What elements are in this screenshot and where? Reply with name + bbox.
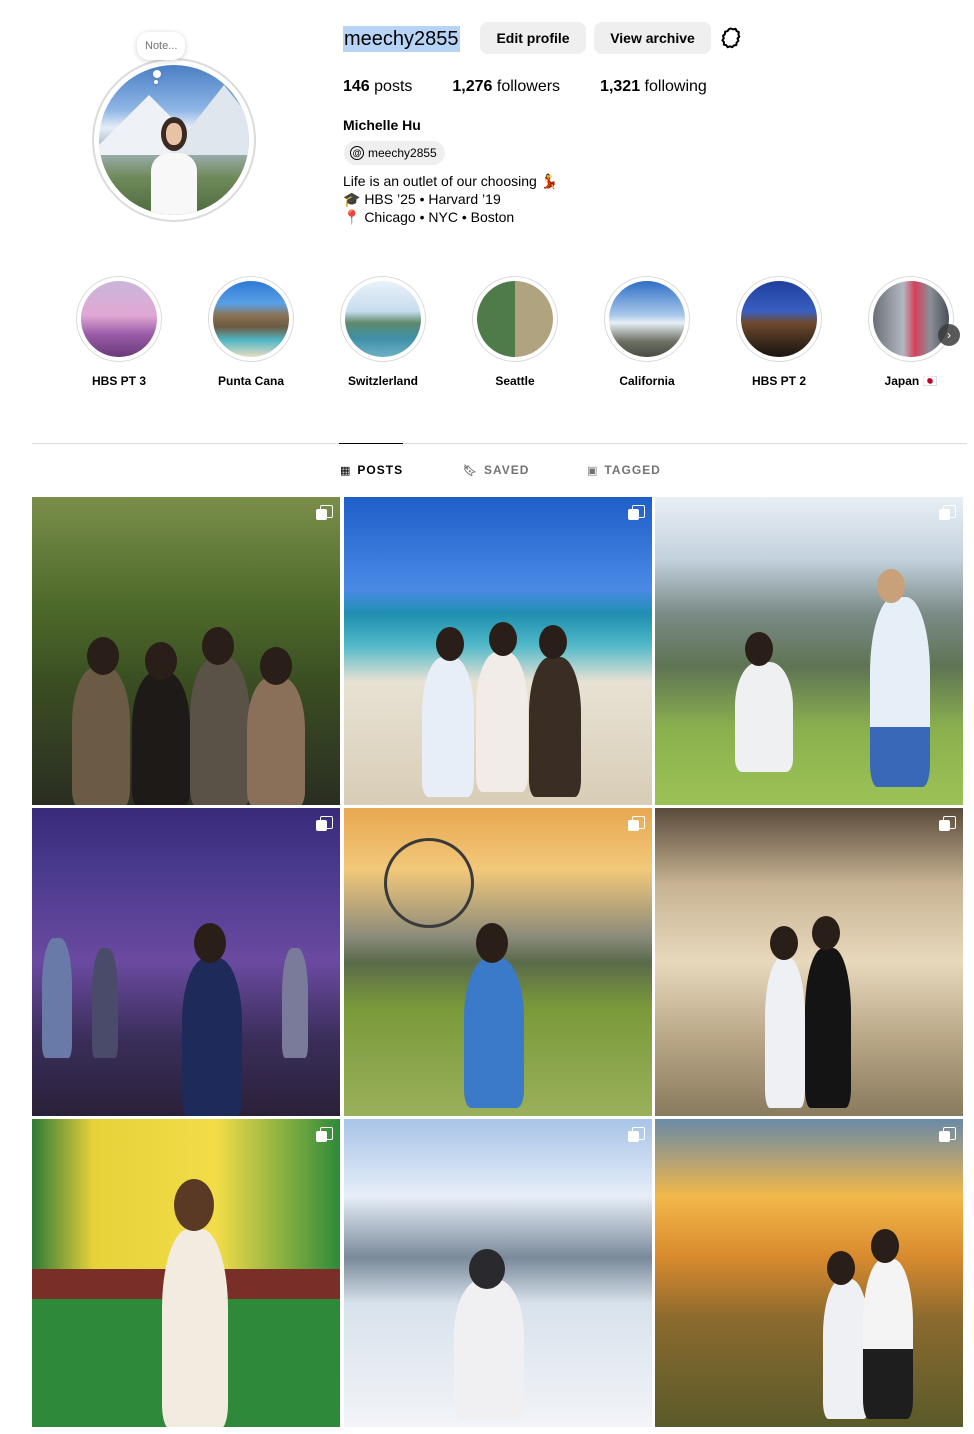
carousel-icon: [939, 816, 956, 832]
following-count: 1,321: [600, 78, 641, 95]
bio-line: 🎓 HBS ’25 • Harvard ’19: [343, 191, 501, 207]
threads-badge[interactable]: @ meechy2855: [344, 141, 445, 165]
threads-icon: @: [350, 146, 364, 160]
avatar[interactable]: [99, 65, 249, 215]
post-thumbnail[interactable]: [32, 497, 340, 805]
highlight-cover: [477, 281, 553, 357]
tab-tagged[interactable]: ▣ TAGGED: [587, 463, 661, 477]
tab-label: TAGGED: [604, 463, 661, 477]
followers-count: 1,276: [452, 78, 493, 95]
highlight-label: Switzlerland: [347, 374, 418, 388]
carousel-icon: [628, 505, 645, 521]
highlight-label: California: [619, 374, 675, 388]
tag-icon: ▣: [587, 464, 599, 477]
highlight-item[interactable]: HBS PT 3: [76, 276, 162, 388]
highlight-cover: [81, 281, 157, 357]
post-thumbnail[interactable]: [344, 808, 652, 1116]
posts-count: 146: [343, 78, 370, 95]
profile-avatar-ring[interactable]: [92, 58, 256, 222]
highlight-cover: [345, 281, 421, 357]
post-thumbnail[interactable]: [655, 808, 963, 1116]
following-label: following: [644, 78, 707, 95]
profile-stats: 146 posts 1,276 followers 1,321 followin…: [343, 78, 747, 96]
tab-label: SAVED: [483, 463, 530, 477]
post-thumbnail[interactable]: [344, 1119, 652, 1427]
highlight-item[interactable]: California: [604, 276, 690, 388]
highlight-label: HBS PT 3: [91, 374, 146, 388]
highlight-label: Seattle: [495, 374, 535, 388]
profile-bio: Life is an outlet of our choosing 💃 🎓 HB…: [343, 172, 558, 226]
active-tab-indicator: [339, 443, 403, 444]
carousel-icon: [628, 1127, 645, 1143]
highlight-cover: [609, 281, 685, 357]
threads-handle: meechy2855: [368, 146, 437, 160]
posts-label: posts: [374, 78, 413, 95]
followers-stat[interactable]: 1,276 followers: [452, 78, 560, 96]
carousel-icon: [316, 1127, 333, 1143]
tab-posts[interactable]: ▦ POSTS: [340, 463, 403, 477]
highlight-item[interactable]: HBS PT 2: [736, 276, 822, 388]
profile-username: meechy2855: [343, 26, 460, 52]
bookmark-icon: 🔖︎: [463, 464, 478, 477]
followers-label: followers: [496, 78, 561, 95]
edit-profile-button[interactable]: Edit profile: [480, 22, 586, 54]
highlight-cover: [213, 281, 289, 357]
post-thumbnail[interactable]: [32, 808, 340, 1116]
note-bubble-tail: [153, 70, 161, 78]
highlight-label: HBS PT 2: [751, 374, 806, 388]
settings-gear-icon[interactable]: [719, 26, 743, 50]
view-archive-button[interactable]: View archive: [594, 22, 711, 54]
tabs-divider: [32, 443, 967, 444]
post-thumbnail[interactable]: [32, 1119, 340, 1427]
grid-icon: ▦: [340, 464, 352, 477]
carousel-icon: [628, 816, 645, 832]
tab-saved[interactable]: 🔖︎ SAVED: [463, 463, 529, 477]
bio-line: 📍 Chicago • NYC • Boston: [343, 209, 515, 225]
carousel-icon: [316, 505, 333, 521]
posts-stat: 146 posts: [343, 78, 412, 96]
highlight-cover: [873, 281, 949, 357]
highlight-item[interactable]: Seattle: [472, 276, 558, 388]
post-thumbnail[interactable]: [655, 497, 963, 805]
highlight-label: Punta Cana: [217, 374, 284, 388]
note-bubble[interactable]: Note...: [137, 32, 186, 60]
carousel-icon: [939, 1127, 956, 1143]
highlight-cover: [741, 281, 817, 357]
profile-full-name: Michelle Hu: [343, 117, 421, 133]
tab-label: POSTS: [357, 463, 404, 477]
carousel-icon: [939, 505, 956, 521]
story-highlights: HBS PT 3 Punta Cana Switzlerland Seattle…: [76, 276, 974, 396]
highlight-label: Japan 🇯🇵: [884, 374, 938, 388]
note-bubble-tail-small: [154, 80, 158, 84]
following-stat[interactable]: 1,321 following: [600, 78, 707, 96]
carousel-icon: [316, 816, 333, 832]
highlight-item[interactable]: Switzlerland: [340, 276, 426, 388]
post-thumbnail[interactable]: [655, 1119, 963, 1427]
chevron-right-icon[interactable]: ›: [938, 324, 960, 346]
highlight-item[interactable]: Punta Cana: [208, 276, 294, 388]
post-thumbnail[interactable]: [344, 497, 652, 805]
bio-line: Life is an outlet of our choosing 💃: [343, 173, 559, 189]
